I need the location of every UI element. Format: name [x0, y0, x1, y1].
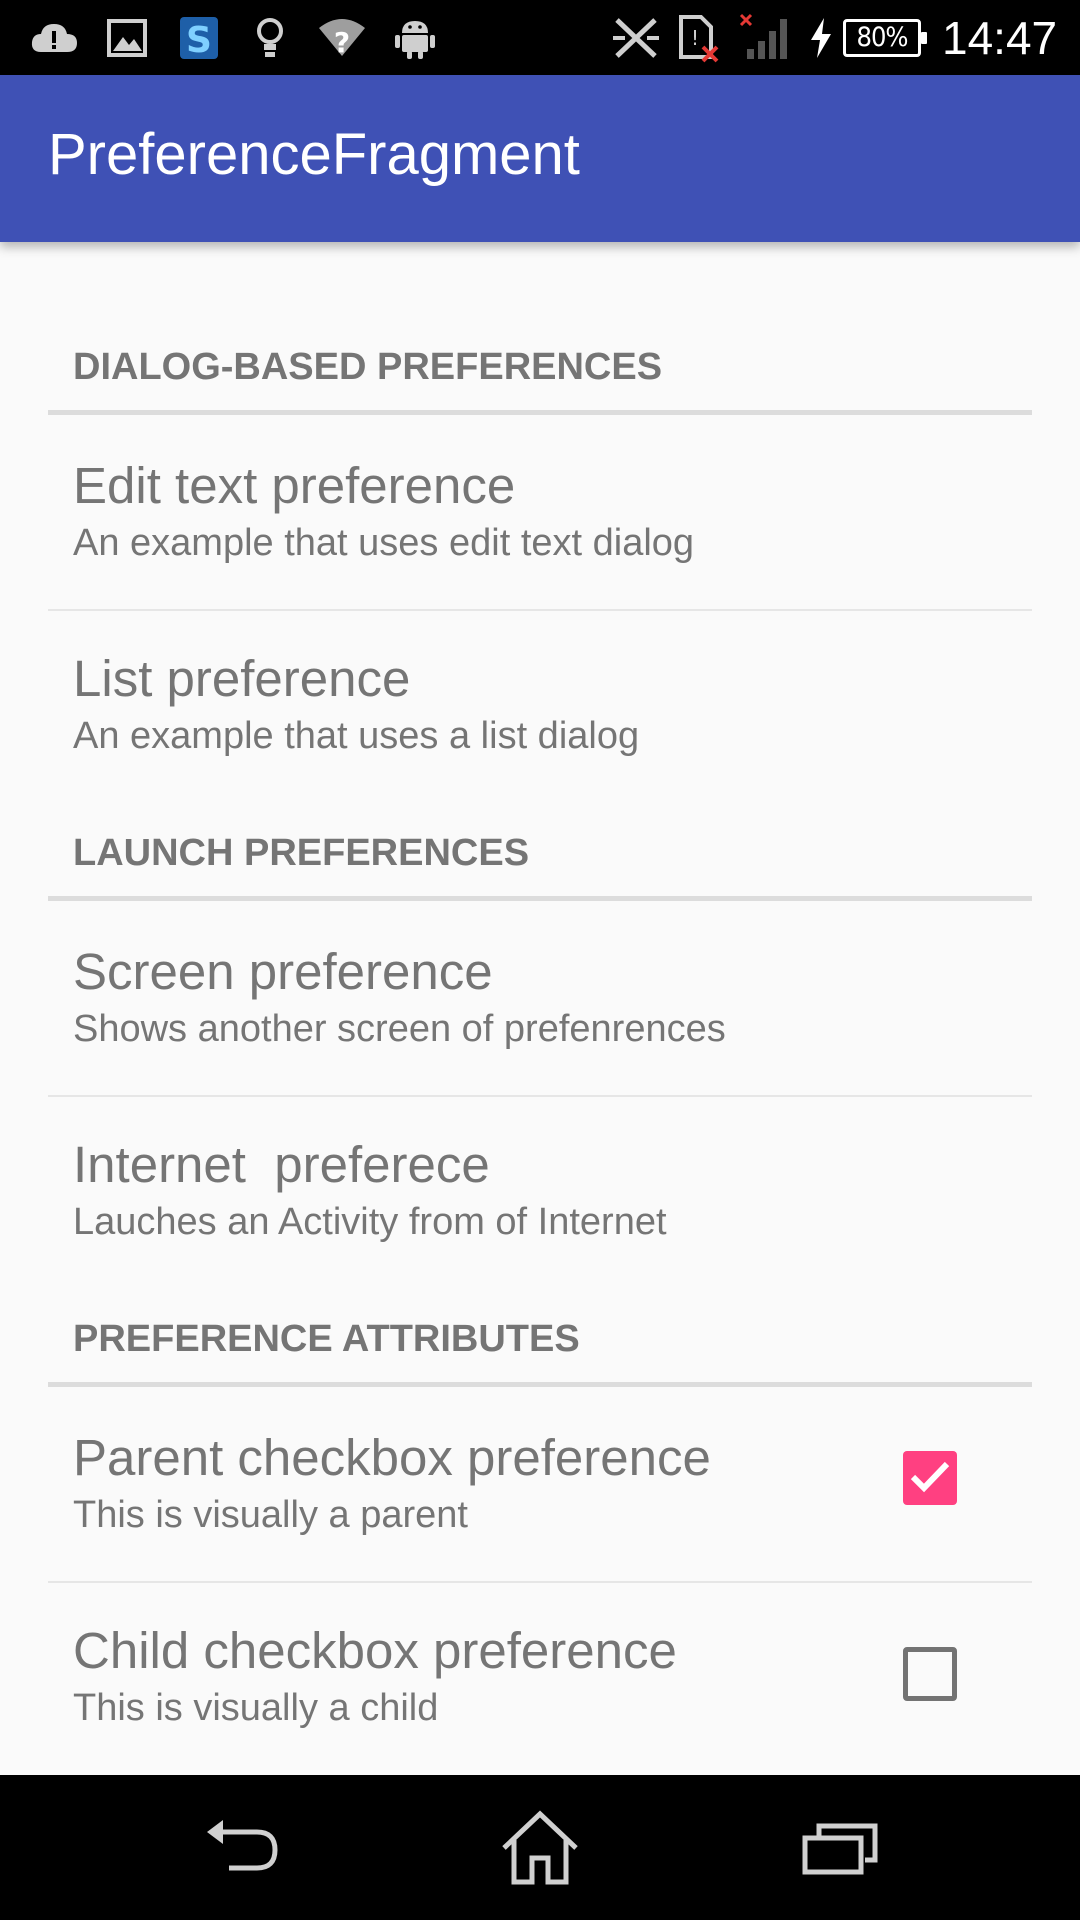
preference-title: Parent checkbox preference	[73, 1429, 711, 1486]
svg-text:?: ?	[334, 26, 350, 59]
charging-icon	[806, 14, 836, 62]
status-bar: S ? ! 80% 14:47	[0, 0, 1080, 75]
category-divider	[48, 896, 1032, 901]
clock: 14:47	[942, 12, 1058, 64]
recents-icon[interactable]	[785, 1803, 895, 1893]
category-dialog-based: DIALOG-BASED PREFERENCES	[73, 346, 663, 388]
preference-summary: This is visually a parent	[73, 1494, 468, 1536]
edit-text-preference[interactable]: Edit text preference An example that use…	[48, 416, 1032, 600]
category-divider	[48, 1382, 1032, 1387]
preference-summary: This is visually a child	[73, 1687, 439, 1729]
category-launch: LAUNCH PREFERENCES	[73, 832, 530, 874]
child-checkbox-preference[interactable]: Child checkbox preference This is visual…	[48, 1583, 1032, 1771]
s-app-icon: S	[174, 14, 224, 62]
app-title: PreferenceFragment	[48, 122, 580, 187]
screen-preference[interactable]: Screen preference Shows another screen o…	[48, 902, 1032, 1086]
sim-error-icon: !	[676, 14, 722, 63]
preference-summary: Shows another screen of prefenrences	[73, 1008, 726, 1050]
battery-level: 80%	[856, 22, 909, 53]
signal-none-icon	[738, 13, 790, 62]
wifi-question-icon: ?	[316, 14, 368, 62]
parent-checkbox[interactable]	[903, 1451, 957, 1505]
preference-title: Child checkbox preference	[73, 1622, 677, 1679]
category-attributes: PREFERENCE ATTRIBUTES	[73, 1318, 580, 1360]
child-checkbox[interactable]	[903, 1647, 957, 1701]
battery-indicator: 80%	[843, 19, 927, 57]
list-preference[interactable]: List preference An example that uses a l…	[48, 611, 1032, 799]
category-divider	[48, 410, 1032, 415]
preference-title: List preference	[73, 650, 411, 707]
preference-title: Edit text preference	[73, 457, 516, 514]
preference-title: Screen preference	[73, 943, 493, 1000]
svg-text:S: S	[186, 20, 212, 61]
preference-summary: Lauches an Activity from of Internet	[73, 1201, 667, 1243]
image-icon	[104, 14, 150, 62]
lightbulb-icon	[250, 14, 290, 62]
home-icon[interactable]	[485, 1803, 595, 1893]
navigation-bar	[0, 1775, 1080, 1920]
preference-summary: An example that uses a list dialog	[73, 715, 640, 757]
preference-list[interactable]: off DIALOG-BASED PREFERENCES Edit text p…	[0, 242, 1080, 1775]
internet-preference[interactable]: Internet preferece Lauches an Activity f…	[48, 1097, 1032, 1285]
android-icon	[392, 14, 438, 62]
cloud-alert-icon	[28, 14, 80, 62]
preference-summary: An example that uses edit text dialog	[73, 522, 695, 564]
svg-text:!: !	[691, 26, 699, 50]
parent-checkbox-preference[interactable]: Parent checkbox preference This is visua…	[48, 1388, 1032, 1572]
no-sync-icon	[608, 14, 664, 62]
app-bar: PreferenceFragment	[0, 75, 1080, 242]
preference-title: Internet preferece	[73, 1136, 490, 1193]
back-icon[interactable]	[186, 1803, 296, 1893]
partial-preference-row[interactable]: off	[48, 242, 1032, 274]
